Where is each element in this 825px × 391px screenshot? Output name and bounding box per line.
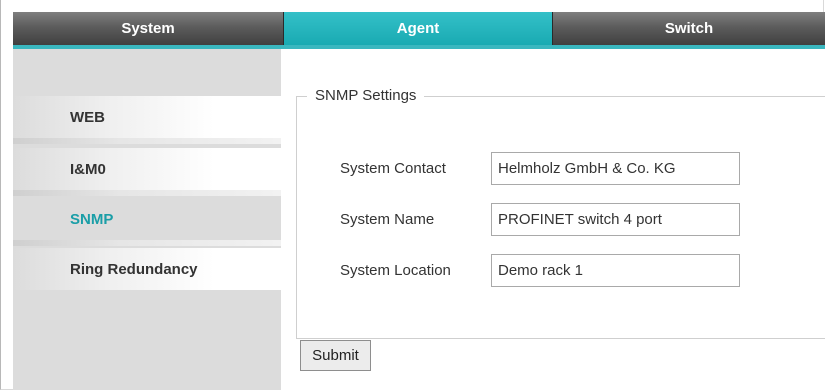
tab-system-label: System	[121, 20, 175, 37]
sidebar: WEB I&M0 SNMP Ring Redundancy	[13, 49, 281, 390]
system-location-field[interactable]	[491, 254, 740, 287]
tab-agent[interactable]: Agent	[284, 12, 552, 45]
sidebar-divider	[13, 190, 281, 196]
system-contact-field[interactable]	[491, 152, 740, 185]
sidebar-item-ring-redundancy[interactable]: Ring Redundancy	[13, 248, 281, 290]
system-name-field[interactable]	[491, 203, 740, 236]
sidebar-divider	[13, 138, 281, 144]
system-location-label: System Location	[340, 262, 451, 279]
sidebar-item-label: WEB	[70, 108, 105, 126]
sidebar-item-snmp[interactable]: SNMP	[13, 198, 281, 240]
sidebar-item-label: I&M0	[70, 160, 106, 178]
sidebar-item-label: SNMP	[70, 210, 114, 228]
submit-button[interactable]: Submit	[300, 340, 371, 371]
main-tab-bar: System Agent Switch	[13, 12, 825, 49]
sidebar-item-im0[interactable]: I&M0	[13, 148, 281, 190]
tab-switch-label: Switch	[664, 20, 714, 37]
snmp-settings-panel: SNMP Settings System Contact System Name…	[281, 49, 825, 390]
tab-system[interactable]: System	[13, 12, 284, 45]
system-name-label: System Name	[340, 211, 435, 228]
fieldset-legend: SNMP Settings	[307, 86, 425, 106]
system-contact-label: System Contact	[340, 160, 446, 177]
tab-agent-label: Agent	[396, 20, 440, 37]
tab-switch[interactable]: Switch	[552, 12, 825, 45]
app-frame: System Agent Switch WEB I&M0 SNMP Ring R…	[0, 0, 825, 390]
sidebar-divider	[13, 240, 281, 246]
sidebar-item-web[interactable]: WEB	[13, 96, 281, 138]
sidebar-item-label: Ring Redundancy	[70, 260, 198, 278]
